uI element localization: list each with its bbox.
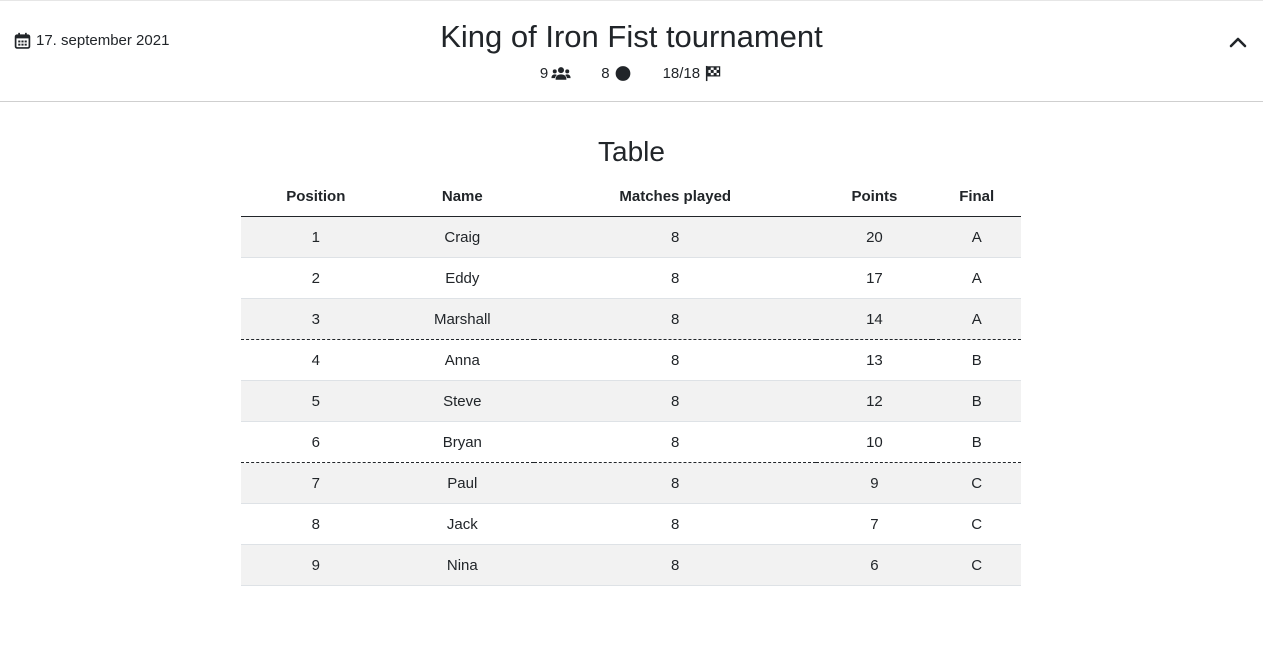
final-cell: A (932, 298, 1021, 340)
table-row: 4 Anna 8 13 B (241, 339, 1021, 381)
final-cell: C (932, 462, 1021, 504)
matches-played-cell: 8 (533, 216, 817, 258)
table-row: 5 Steve 8 12 B (241, 380, 1021, 422)
column-header: Position (241, 177, 391, 217)
circle-icon (615, 66, 630, 81)
final-cell: A (932, 216, 1021, 258)
chevron-up-icon (1229, 37, 1247, 48)
position-cell: 6 (241, 421, 391, 463)
name-cell: Craig (390, 216, 534, 258)
matches-played-cell: 8 (533, 503, 817, 545)
table-row: 3 Marshall 8 14 A (241, 298, 1021, 340)
final-cell: B (932, 380, 1021, 422)
matches-played-cell: 8 (533, 339, 817, 381)
name-cell: Marshall (390, 298, 534, 340)
standings-table: Position Name Matches played Points Fina… (241, 177, 1021, 586)
name-cell: Paul (390, 462, 534, 504)
column-header: Points (816, 177, 933, 217)
final-cell: B (932, 339, 1021, 381)
final-cell: C (932, 503, 1021, 545)
final-cell: A (932, 257, 1021, 299)
matches-played-cell: 8 (533, 421, 817, 463)
table-row: 9 Nina 8 6 C (241, 544, 1021, 586)
column-header: Name (390, 177, 534, 217)
final-cell: B (932, 421, 1021, 463)
checkered-flag-icon (706, 65, 721, 82)
matches-stat: 8 (601, 65, 632, 82)
matches-played-cell: 8 (533, 544, 817, 586)
position-cell: 8 (241, 503, 391, 545)
name-cell: Nina (390, 544, 534, 586)
position-cell: 1 (241, 216, 391, 258)
position-cell: 3 (241, 298, 391, 340)
column-header: Matches played (533, 177, 817, 217)
matches-played-cell: 8 (533, 257, 817, 299)
matches-played-cell: 8 (533, 462, 817, 504)
players-count: 9 (539, 65, 549, 82)
position-cell: 9 (241, 544, 391, 586)
table-row: 1 Craig 8 20 A (241, 216, 1021, 258)
points-cell: 9 (816, 462, 933, 504)
points-cell: 10 (816, 421, 933, 463)
position-cell: 5 (241, 380, 391, 422)
tournament-stats: 9 8 18/18 (0, 65, 1263, 82)
position-cell: 2 (241, 257, 391, 299)
name-cell: Eddy (390, 257, 534, 299)
points-cell: 13 (816, 339, 933, 381)
points-cell: 17 (816, 257, 933, 299)
points-cell: 7 (816, 503, 933, 545)
matches-played-cell: 8 (533, 298, 817, 340)
matches-played-cell: 8 (533, 380, 817, 422)
name-cell: Jack (390, 503, 534, 545)
table-row: 2 Eddy 8 17 A (241, 257, 1021, 299)
tournament-header: 17. september 2021 King of Iron Fist tou… (0, 0, 1263, 102)
name-cell: Anna (390, 339, 534, 381)
points-cell: 6 (816, 544, 933, 586)
table-header-row: Position Name Matches played Points Fina… (241, 177, 1021, 217)
position-cell: 7 (241, 462, 391, 504)
table-row: 7 Paul 8 9 C (241, 462, 1021, 504)
column-header: Final (932, 177, 1021, 217)
users-icon (551, 67, 571, 80)
matches-count: 8 (601, 65, 610, 82)
name-cell: Steve (390, 380, 534, 422)
points-cell: 12 (816, 380, 933, 422)
tournament-title: King of Iron Fist tournament (440, 19, 823, 54)
collapse-button[interactable] (1227, 31, 1249, 53)
table-row: 6 Bryan 8 10 B (241, 421, 1021, 463)
points-cell: 20 (816, 216, 933, 258)
players-stat: 9 (540, 65, 571, 82)
table-row: 8 Jack 8 7 C (241, 503, 1021, 545)
points-cell: 14 (816, 298, 933, 340)
position-cell: 4 (241, 339, 391, 381)
final-cell: C (932, 544, 1021, 586)
progress-count: 18/18 (662, 65, 701, 82)
progress-stat: 18/18 (663, 65, 724, 82)
name-cell: Bryan (390, 421, 534, 463)
table-title: Table (598, 136, 665, 167)
